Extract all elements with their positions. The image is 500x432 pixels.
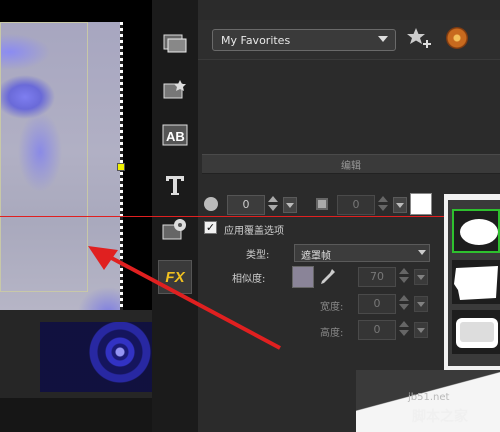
annotation-arrow — [88, 246, 281, 350]
resize-handle[interactable] — [117, 163, 125, 171]
gear-icon[interactable] — [446, 27, 468, 49]
effect-icon[interactable] — [158, 72, 192, 106]
edit-section-bar[interactable]: 编辑 — [202, 154, 500, 174]
chevron-down-icon — [378, 36, 388, 42]
type-select[interactable]: 遮罩帧 — [294, 244, 430, 262]
watermark-site: jb51.net — [408, 392, 450, 403]
type-select-value: 遮罩帧 — [301, 251, 331, 262]
border-menu-button[interactable] — [393, 197, 407, 213]
mask-color-swatch[interactable] — [292, 266, 314, 288]
mask-thumb-oval[interactable] — [452, 209, 500, 253]
opacity-stepper[interactable] — [267, 195, 279, 215]
annotation-line — [0, 216, 444, 217]
width-label: 宽度: — [320, 302, 344, 313]
mask-thumb-rounded[interactable] — [452, 310, 500, 354]
similarity-stepper[interactable] — [398, 267, 410, 287]
mask-thumb-torn[interactable] — [452, 260, 500, 304]
text-icon[interactable] — [158, 168, 192, 202]
eyedropper-icon[interactable] — [320, 268, 336, 286]
edit-bar-label: 编辑 — [341, 160, 361, 172]
chevron-down-icon — [418, 250, 426, 255]
favorites-label: My Favorites — [221, 34, 291, 47]
border-input[interactable]: 0 — [337, 195, 375, 215]
opacity-icon — [204, 197, 218, 211]
border-icon — [316, 198, 328, 210]
favorites-dropdown[interactable]: My Favorites — [212, 29, 396, 51]
height-input[interactable]: 0 — [358, 320, 396, 340]
height-menu-button[interactable] — [414, 322, 428, 338]
svg-text:AB: AB — [166, 129, 185, 144]
overlay-checkbox-label: 应用覆盖选项 — [224, 226, 284, 237]
overlay-frame — [0, 22, 88, 292]
watermark-name: 脚本之家 — [412, 409, 468, 425]
height-stepper[interactable] — [398, 320, 410, 340]
height-label: 高度: — [320, 328, 344, 339]
similarity-menu-button[interactable] — [414, 269, 428, 285]
title-ab-icon[interactable]: AB — [158, 118, 192, 152]
overlay-checkbox[interactable]: ✓ — [204, 221, 217, 234]
width-stepper[interactable] — [398, 294, 410, 314]
capture-icon[interactable] — [158, 26, 192, 60]
opacity-menu-button[interactable] — [283, 197, 297, 213]
add-favorite-icon[interactable] — [406, 26, 434, 52]
border-stepper[interactable] — [377, 195, 389, 215]
width-input[interactable]: 0 — [358, 294, 396, 314]
width-menu-button[interactable] — [414, 296, 428, 312]
opacity-input[interactable]: 0 — [227, 195, 265, 215]
border-color-swatch[interactable] — [410, 193, 432, 215]
similarity-input[interactable]: 70 — [358, 267, 396, 287]
